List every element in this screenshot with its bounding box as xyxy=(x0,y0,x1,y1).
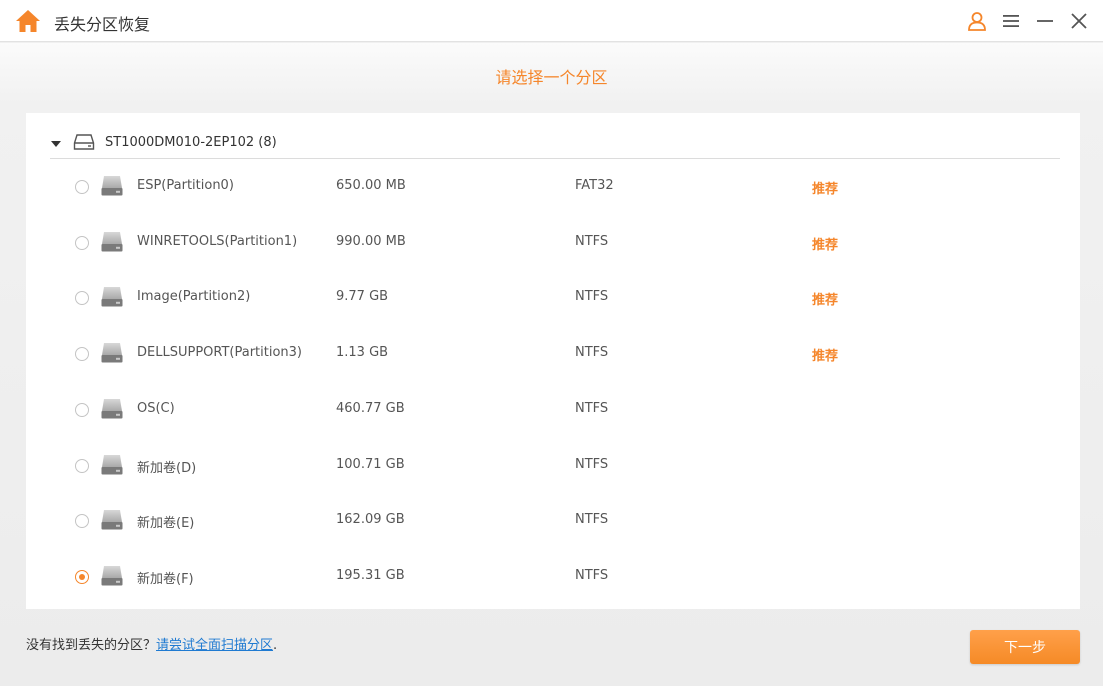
partition-row[interactable]: 新加卷(F) 195.31 GB NTFS xyxy=(26,549,1080,605)
partition-radio[interactable] xyxy=(75,514,89,529)
partition-radio[interactable] xyxy=(75,291,89,306)
partition-name: WINRETOOLS(Partition1) xyxy=(137,233,298,249)
hard-disk-icon xyxy=(73,133,95,151)
partition-size: 1.13 GB xyxy=(336,345,389,361)
partition-filesystem: FAT32 xyxy=(575,178,614,193)
partition-radio[interactable] xyxy=(75,569,89,584)
partition-row[interactable]: Image(Partition2) 9.77 GB NTFS 推荐 xyxy=(26,270,1080,326)
partition-row[interactable]: WINRETOOLS(Partition1) 990.00 MB NTFS 推荐 xyxy=(26,215,1080,271)
partition-panel: ST1000DM010-2EP102 (8) ESP(Partition0) 65… xyxy=(26,113,1080,609)
partition-name: DELLSUPPORT(Partition3) xyxy=(137,345,303,361)
partition-drive-icon xyxy=(100,175,124,197)
partition-filesystem: NTFS xyxy=(575,456,609,472)
disk-label: ST1000DM010-2EP102 (8) xyxy=(105,135,277,150)
partition-drive-icon xyxy=(100,342,124,364)
partition-drive-icon xyxy=(100,398,124,420)
footer-prompt: 没有找到丢失的分区？ xyxy=(26,638,157,653)
partition-filesystem: NTFS xyxy=(575,400,609,416)
partition-size: 650.00 MB xyxy=(336,178,406,193)
menu-icon[interactable] xyxy=(999,9,1023,33)
partition-name: 新加卷(D) xyxy=(137,460,197,476)
partition-row[interactable]: 新加卷(D) 100.71 GB NTFS xyxy=(26,438,1080,494)
partition-row[interactable]: OS(C) 460.77 GB NTFS xyxy=(26,382,1080,438)
partition-size: 990.00 MB xyxy=(336,233,406,249)
caret-down-icon[interactable] xyxy=(50,138,62,148)
partition-row[interactable]: DELLSUPPORT(Partition3) 1.13 GB NTFS 推荐 xyxy=(26,326,1080,382)
partition-drive-icon xyxy=(100,286,124,308)
partition-filesystem: NTFS xyxy=(575,567,609,583)
disk-header[interactable]: ST1000DM010-2EP102 (8) xyxy=(50,130,1060,159)
recommend-badge: 推荐 xyxy=(812,237,839,253)
partition-drive-icon xyxy=(100,565,124,587)
minimize-icon[interactable] xyxy=(1033,9,1057,33)
partition-filesystem: NTFS xyxy=(575,233,609,249)
partition-drive-icon xyxy=(100,231,124,253)
partition-name: 新加卷(F) xyxy=(137,571,194,587)
partition-drive-icon xyxy=(100,454,124,476)
partition-row[interactable]: ESP(Partition0) 650.00 MB FAT32 推荐 xyxy=(26,159,1080,215)
partition-drive-icon xyxy=(100,509,124,531)
recommend-badge: 推荐 xyxy=(812,293,839,309)
next-button[interactable]: 下一步 xyxy=(970,630,1080,664)
title-bar: 丢失分区恢复 xyxy=(0,0,1103,42)
user-icon[interactable] xyxy=(965,9,989,33)
home-icon[interactable] xyxy=(15,9,41,33)
page-heading: 请选择一个分区 xyxy=(495,68,608,87)
partition-size: 162.09 GB xyxy=(336,512,405,528)
partition-size: 195.31 GB xyxy=(336,567,405,583)
partition-row[interactable]: 新加卷(E) 162.09 GB NTFS xyxy=(26,493,1080,549)
footer-hint: 没有找到丢失的分区？请尝试全面扫描分区. xyxy=(26,634,277,653)
partition-size: 9.77 GB xyxy=(336,289,389,305)
full-scan-link[interactable]: 请尝试全面扫描分区 xyxy=(156,638,273,653)
partition-name: OS(C) xyxy=(137,400,175,416)
footer-suffix: . xyxy=(273,638,278,653)
recommend-badge: 推荐 xyxy=(812,349,839,365)
partition-radio[interactable] xyxy=(75,347,89,362)
partition-filesystem: NTFS xyxy=(575,289,609,305)
app-title: 丢失分区恢复 xyxy=(54,15,151,34)
partition-radio[interactable] xyxy=(75,180,89,194)
partition-filesystem: NTFS xyxy=(575,512,609,528)
partition-radio[interactable] xyxy=(75,402,89,417)
partition-radio[interactable] xyxy=(75,235,89,250)
partition-filesystem: NTFS xyxy=(575,345,609,361)
recommend-badge: 推荐 xyxy=(812,182,839,197)
partition-radio[interactable] xyxy=(75,458,89,473)
partition-name: Image(Partition2) xyxy=(137,289,251,305)
partition-size: 460.77 GB xyxy=(336,400,405,416)
partition-size: 100.71 GB xyxy=(336,456,405,472)
close-icon[interactable] xyxy=(1067,9,1091,33)
partition-name: 新加卷(E) xyxy=(137,516,195,532)
partition-name: ESP(Partition0) xyxy=(137,178,234,193)
